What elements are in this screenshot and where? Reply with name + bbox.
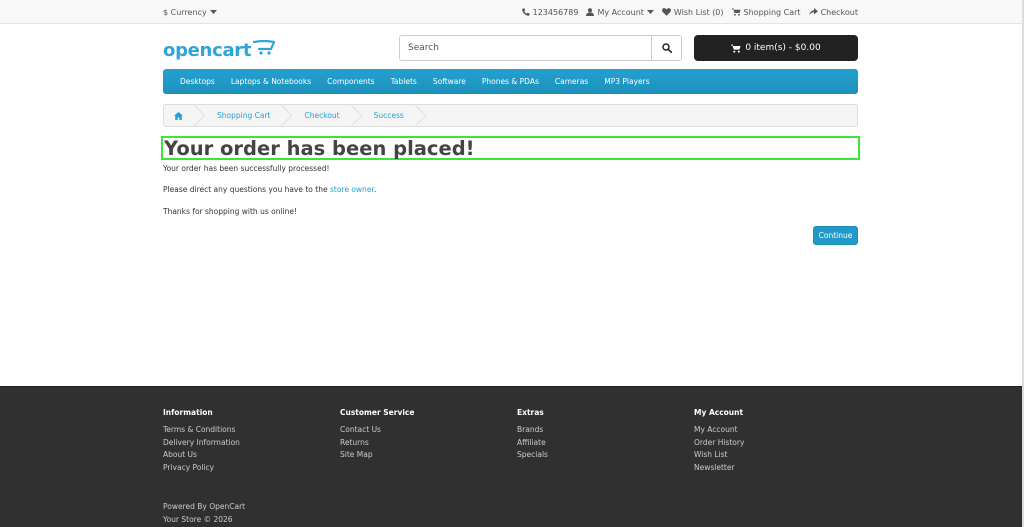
phone-number: 123456789 bbox=[532, 7, 579, 17]
cart-icon bbox=[731, 44, 741, 53]
cart-icon bbox=[731, 8, 741, 16]
footer-link-order-history[interactable]: Order History bbox=[694, 437, 744, 450]
search-icon bbox=[661, 43, 672, 53]
menu-item-tablets[interactable]: Tablets bbox=[383, 77, 425, 86]
footer-link-returns[interactable]: Returns bbox=[340, 437, 414, 450]
footer-link-newsletter[interactable]: Newsletter bbox=[694, 462, 744, 475]
wish-list-link[interactable]: Wish List (0) bbox=[661, 7, 724, 17]
footer-column-information: Information Terms & Conditions Delivery … bbox=[163, 408, 240, 475]
footer-heading: Information bbox=[163, 408, 213, 417]
logo-text: opencart bbox=[163, 39, 252, 61]
footer-link-site-map[interactable]: Site Map bbox=[340, 449, 414, 462]
breadcrumb: Shopping Cart Checkout Success bbox=[163, 104, 858, 127]
top-bar: $ Currency 123456789 My Account Wish Lis… bbox=[0, 0, 1024, 24]
questions-message: Please direct any questions you have to … bbox=[163, 185, 376, 194]
page-title: Your order has been placed! bbox=[161, 136, 860, 160]
breadcrumb-home[interactable] bbox=[164, 105, 205, 126]
menu-item-cameras[interactable]: Cameras bbox=[547, 77, 596, 86]
caret-down-icon bbox=[209, 9, 217, 15]
footer-link-about[interactable]: About Us bbox=[163, 449, 240, 462]
logo[interactable]: opencart bbox=[163, 38, 276, 62]
caret-down-icon bbox=[646, 9, 654, 15]
footer-link-terms[interactable]: Terms & Conditions bbox=[163, 424, 240, 437]
footer-column-customer-service: Customer Service Contact Us Returns Site… bbox=[340, 408, 414, 462]
footer-bottom: Powered By OpenCart Your Store © 2026 bbox=[163, 500, 245, 526]
footer-link-contact[interactable]: Contact Us bbox=[340, 424, 414, 437]
footer-link-specials[interactable]: Specials bbox=[517, 449, 548, 462]
footer-heading: Customer Service bbox=[340, 408, 415, 417]
checkout-link[interactable]: Checkout bbox=[808, 7, 858, 17]
main-menu: Desktops Laptops & Notebooks Components … bbox=[163, 69, 858, 94]
footer-link-wish-list[interactable]: Wish List bbox=[694, 449, 744, 462]
menu-item-components[interactable]: Components bbox=[319, 77, 382, 86]
menu-item-laptops[interactable]: Laptops & Notebooks bbox=[223, 77, 319, 86]
breadcrumb-checkout[interactable]: Checkout bbox=[292, 105, 361, 126]
footer-heading: My Account bbox=[694, 408, 744, 417]
currency-dropdown[interactable]: $ Currency bbox=[163, 8, 217, 17]
success-message: Your order has been successfully process… bbox=[163, 164, 330, 173]
shopping-cart-link[interactable]: Shopping Cart bbox=[731, 7, 801, 17]
continue-button[interactable]: Continue bbox=[813, 226, 858, 245]
my-account-label: My Account bbox=[597, 7, 644, 17]
cart-button[interactable]: 0 item(s) - $0.00 bbox=[694, 35, 858, 61]
home-icon bbox=[174, 111, 183, 120]
share-icon bbox=[808, 8, 818, 16]
footer-link-my-account[interactable]: My Account bbox=[694, 424, 744, 437]
footer-link-affiliate[interactable]: Affiliate bbox=[517, 437, 548, 450]
breadcrumb-shopping-cart[interactable]: Shopping Cart bbox=[205, 105, 292, 126]
questions-prefix: Please direct any questions you have to … bbox=[163, 185, 330, 194]
breadcrumb-success[interactable]: Success bbox=[362, 105, 426, 126]
phone-icon bbox=[521, 8, 530, 16]
powered-by: Powered By OpenCart bbox=[163, 502, 246, 511]
search-box bbox=[399, 35, 682, 61]
search-input[interactable] bbox=[400, 36, 651, 60]
currency-label: $ Currency bbox=[163, 7, 207, 17]
checkout-label: Checkout bbox=[820, 7, 858, 17]
menu-item-mp3-players[interactable]: MP3 Players bbox=[596, 77, 657, 86]
cart-total: 0 item(s) - $0.00 bbox=[745, 43, 821, 53]
footer-column-extras: Extras Brands Affiliate Specials bbox=[517, 408, 548, 462]
copyright: Your Store © 2026 bbox=[163, 515, 233, 524]
search-button[interactable] bbox=[651, 36, 681, 60]
my-account-dropdown[interactable]: My Account bbox=[586, 7, 654, 17]
shopping-cart-label: Shopping Cart bbox=[743, 7, 801, 17]
user-icon bbox=[586, 8, 595, 16]
footer-link-privacy[interactable]: Privacy Policy bbox=[163, 462, 240, 475]
questions-suffix: . bbox=[373, 185, 377, 194]
store-owner-link[interactable]: store owner bbox=[330, 185, 374, 194]
thanks-message: Thanks for shopping with us online! bbox=[163, 207, 297, 216]
phone-link[interactable]: 123456789 bbox=[521, 7, 579, 17]
footer-link-delivery[interactable]: Delivery Information bbox=[163, 437, 240, 450]
footer: Information Terms & Conditions Delivery … bbox=[0, 386, 1024, 527]
footer-column-my-account: My Account My Account Order History Wish… bbox=[694, 408, 744, 475]
logo-cart-icon bbox=[253, 40, 276, 56]
footer-heading: Extras bbox=[517, 408, 544, 417]
menu-item-phones[interactable]: Phones & PDAs bbox=[474, 77, 547, 86]
footer-link-brands[interactable]: Brands bbox=[517, 424, 548, 437]
menu-item-software[interactable]: Software bbox=[425, 77, 474, 86]
wish-list-label: Wish List (0) bbox=[673, 7, 724, 17]
menu-item-desktops[interactable]: Desktops bbox=[172, 77, 223, 86]
heart-icon bbox=[661, 8, 671, 16]
